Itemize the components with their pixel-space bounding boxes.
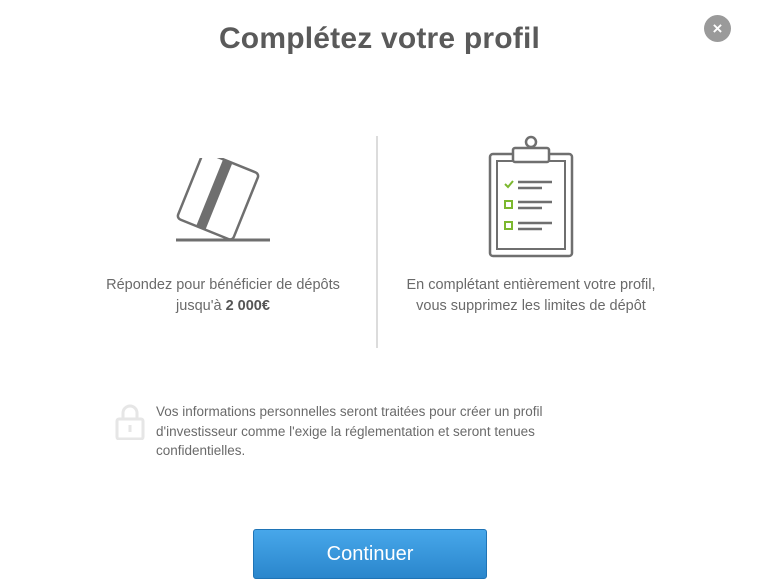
remove-limits-text: En complétant entièrement votre profil, …	[406, 277, 656, 314]
deposit-limit-prefix: jusqu'à	[176, 297, 226, 314]
dialog-title: Complétez votre profil	[218, 22, 541, 55]
deposit-limit-amount: 2 000€	[225, 297, 270, 314]
deposit-limit-line1: Répondez pour bénéficier de dépôts	[106, 277, 340, 293]
clipboard-checklist-icon	[488, 135, 574, 258]
lock-icon	[115, 404, 145, 440]
credit-card-icon	[176, 158, 270, 242]
complete-profile-dialog: × Complétez votre profil Répondez pour b…	[0, 0, 759, 588]
continue-button[interactable]: Continuer	[253, 529, 487, 579]
privacy-notice: Vos informations personnelles seront tra…	[156, 404, 543, 458]
column-divider	[376, 136, 378, 348]
deposit-limit-text: Répondez pour bénéficier de dépôts jusqu…	[93, 275, 353, 316]
